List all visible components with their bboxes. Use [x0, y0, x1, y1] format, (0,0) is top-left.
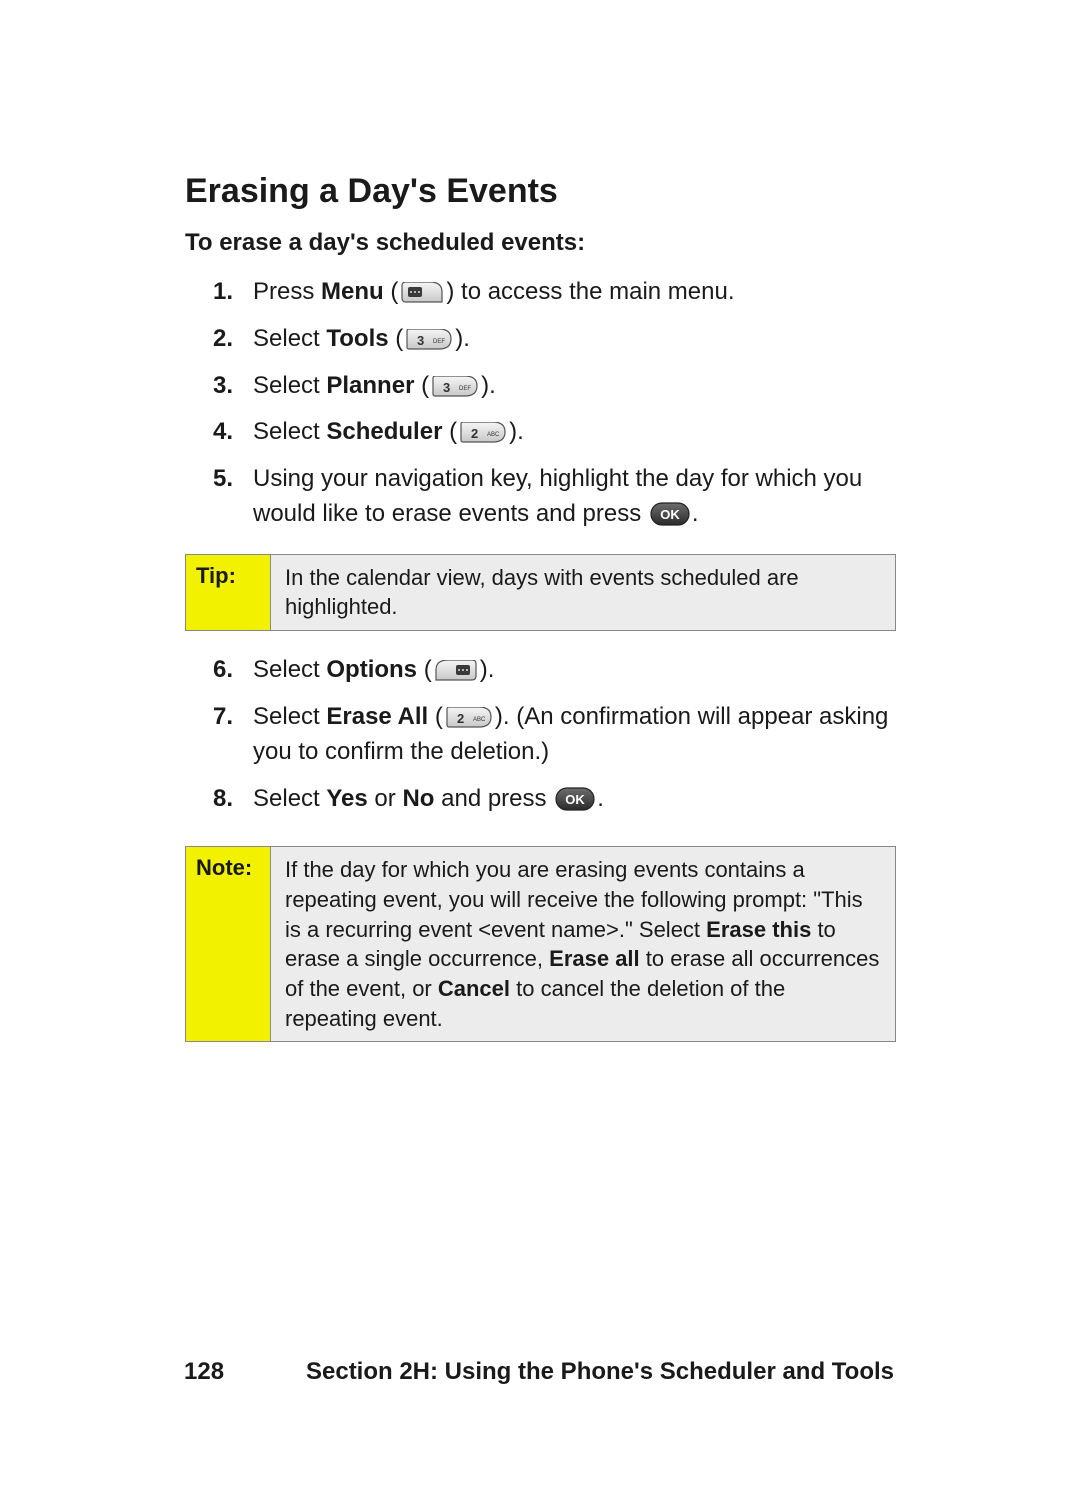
step-bold: Scheduler	[326, 418, 442, 445]
softkey-left-icon	[400, 282, 444, 304]
svg-text:2: 2	[471, 426, 478, 441]
tip-label: Tip:	[186, 554, 271, 630]
step-text: Press	[253, 278, 321, 305]
procedure-list: Press Menu () to access the main menu. S…	[185, 275, 895, 532]
key-2abc-icon: 2 ABC	[445, 707, 493, 729]
procedure-heading: To erase a day's scheduled events:	[185, 229, 895, 257]
key-3def-icon: 3 DEF	[405, 329, 453, 351]
note-body: If the day for which you are erasing eve…	[271, 847, 896, 1042]
step-bold: Menu	[321, 278, 384, 305]
page-title: Erasing a Day's Events	[185, 172, 895, 211]
step-item: Press Menu () to access the main menu.	[253, 275, 895, 310]
step-item: Select Erase All (2ABC). (An confirmatio…	[253, 700, 895, 770]
softkey-right-icon	[434, 660, 478, 682]
page-number: 128	[184, 1358, 224, 1386]
step-item: Select Options ().	[253, 653, 895, 688]
step-bold: No	[402, 785, 434, 812]
section-label: Section 2H: Using the Phone's Scheduler …	[306, 1358, 894, 1386]
key-3def-icon: 3 DEF	[431, 376, 479, 398]
svg-text:3: 3	[443, 380, 450, 395]
note-label: Note:	[186, 847, 271, 1042]
procedure-list-cont: Select Options (). Select Erase All (2AB…	[185, 653, 895, 816]
note-callout: Note: If the day for which you are erasi…	[185, 846, 896, 1042]
key-2abc-icon: 2 ABC	[459, 422, 507, 444]
step-item: Using your navigation key, highlight the…	[253, 462, 895, 532]
step-bold: Yes	[326, 785, 367, 812]
svg-text:2: 2	[457, 711, 464, 726]
page-footer: 128 Section 2H: Using the Phone's Schedu…	[184, 1358, 894, 1386]
svg-text:ABC: ABC	[473, 717, 486, 723]
step-bold: Tools	[326, 325, 388, 352]
step-item: Select Tools (3DEF).	[253, 322, 895, 357]
step-item: Select Yes or No and press .	[253, 782, 895, 817]
svg-text:ABC: ABC	[487, 432, 500, 438]
tip-body: In the calendar view, days with events s…	[271, 554, 896, 630]
ok-key-icon	[555, 787, 595, 811]
tip-callout: Tip: In the calendar view, days with eve…	[185, 554, 896, 631]
step-bold: Options	[326, 656, 417, 683]
step-bold: Erase All	[326, 703, 428, 730]
svg-text:DEF: DEF	[459, 386, 471, 392]
svg-text:DEF: DEF	[433, 339, 445, 345]
ok-key-icon	[650, 502, 690, 526]
step-item: Select Planner (3DEF).	[253, 369, 895, 404]
step-item: Select Scheduler (2ABC).	[253, 415, 895, 450]
svg-text:3: 3	[417, 333, 424, 348]
step-bold: Planner	[326, 372, 414, 399]
